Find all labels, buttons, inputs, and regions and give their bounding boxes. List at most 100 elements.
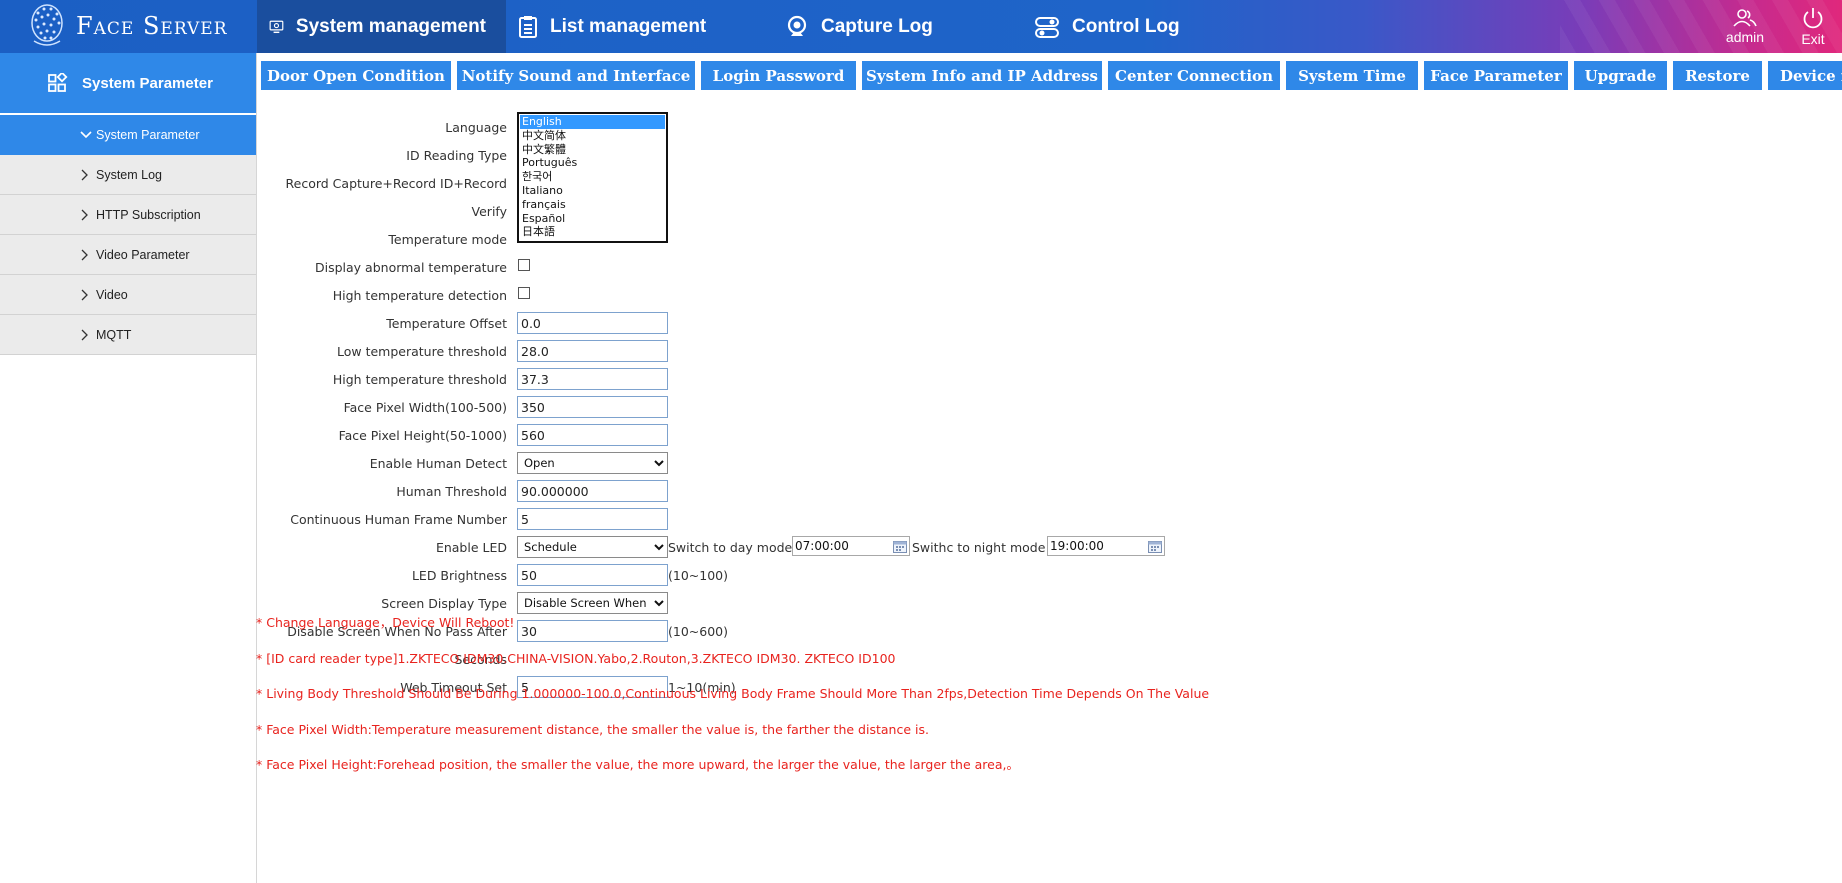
high-temperature-threshold-input[interactable]: [517, 368, 668, 390]
sidebar-item-label: HTTP Subscription: [96, 207, 201, 222]
row-enable-led: Enable LED Schedule Switch to day mode 0…: [257, 534, 1757, 562]
sidebar-item-system-parameter[interactable]: System Parameter: [0, 115, 256, 155]
chevron-right-icon: [80, 169, 94, 181]
night-mode-label: Swithc to night mode: [912, 540, 1046, 555]
camera-icon: [787, 15, 807, 36]
nav-control-log[interactable]: Control Log: [1004, 0, 1244, 53]
night-mode-time-input[interactable]: 19:00:00: [1047, 536, 1165, 556]
row-record-capture: Record Capture+Record ID+Record: [257, 170, 1757, 198]
chevron-right-icon: [80, 249, 94, 261]
tab-notify-sound-interface[interactable]: Notify Sound and Interface: [457, 61, 695, 90]
monitor-gear-icon: [269, 20, 284, 33]
toggle-switch-icon: [1035, 16, 1059, 38]
top-bar: Face Server System management List manag…: [0, 0, 1842, 53]
sidebar-item-video-parameter[interactable]: Video Parameter: [0, 235, 256, 275]
led-brightness-input[interactable]: [517, 564, 668, 586]
face-pixel-width-input[interactable]: [517, 396, 668, 418]
nav-label: System management: [295, 15, 486, 37]
row-id-reading-type: ID Reading Type: [257, 142, 1757, 170]
led-brightness-range: (10~100): [668, 568, 728, 583]
row-led-brightness: LED Brightness (10~100): [257, 562, 1757, 590]
screen-display-type-label: Screen Display Type: [381, 596, 507, 611]
screen-display-type-select[interactable]: Disable Screen When No Pass: [517, 592, 668, 614]
face-pixel-width-label: Face Pixel Width(100-500): [343, 400, 507, 415]
high-temperature-threshold-label: High temperature threshold: [332, 372, 507, 387]
day-mode-time-value: 07:00:00: [795, 539, 849, 553]
temperature-offset-input[interactable]: [517, 312, 668, 334]
enable-human-detect-select[interactable]: Open: [517, 452, 668, 474]
calendar-icon[interactable]: [1148, 540, 1162, 553]
tab-upgrade[interactable]: Upgrade: [1574, 61, 1667, 90]
face-pixel-height-input[interactable]: [517, 424, 668, 446]
language-label: Language: [445, 120, 507, 135]
nav-label: Capture Log: [821, 15, 933, 37]
row-low-temperature-threshold: Low temperature threshold: [257, 338, 1757, 366]
app-logo: Face Server: [28, 1, 228, 51]
human-threshold-input[interactable]: [517, 480, 668, 502]
row-language: Language: [257, 114, 1757, 142]
language-option[interactable]: 中文简体: [520, 129, 665, 143]
exit-label: Exit: [1801, 30, 1825, 47]
nav-capture-log[interactable]: Capture Log: [755, 0, 1004, 53]
users-icon: [1733, 8, 1757, 27]
enable-led-label: Enable LED: [435, 540, 507, 555]
temperature-offset-label: Temperature Offset: [386, 316, 507, 331]
row-face-pixel-height: Face Pixel Height(50-1000): [257, 422, 1757, 450]
face-logo-icon: [31, 4, 63, 46]
enable-led-select[interactable]: Schedule: [517, 536, 668, 558]
nav-system-management[interactable]: System management: [257, 0, 506, 53]
note-face-pixel-height: * Face Pixel Height:Forehead position, t…: [256, 757, 1019, 773]
tab-login-password[interactable]: Login Password: [701, 61, 856, 90]
top-navigation: System management List management Captur…: [257, 0, 1244, 53]
row-high-temperature-threshold: High temperature threshold: [257, 366, 1757, 394]
tab-system-time[interactable]: System Time: [1286, 61, 1418, 90]
sidebar-item-label: System Parameter: [96, 127, 200, 142]
nav-label: Control Log: [1072, 15, 1180, 37]
row-high-temperature-detection: High temperature detection: [257, 282, 1757, 310]
sidebar-item-mqtt[interactable]: MQTT: [0, 315, 256, 355]
enable-human-detect-label: Enable Human Detect: [369, 456, 507, 471]
sidebar-item-label: Video: [96, 287, 128, 302]
calendar-icon[interactable]: [893, 540, 907, 553]
face-pixel-height-label: Face Pixel Height(50-1000): [338, 428, 507, 443]
sidebar-item-label: MQTT: [96, 327, 132, 342]
row-continuous-human-frame: Continuous Human Frame Number: [257, 506, 1757, 534]
tab-restore[interactable]: Restore: [1673, 61, 1762, 90]
high-temperature-detection-label: High temperature detection: [332, 288, 507, 303]
sidebar-item-system-log[interactable]: System Log: [0, 155, 256, 195]
tab-system-info-ip[interactable]: System Info and IP Address: [862, 61, 1102, 90]
display-abnormal-temperature-label: Display abnormal temperature: [315, 260, 507, 275]
row-enable-human-detect: Enable Human Detect Open: [257, 450, 1757, 478]
note-face-pixel-width: * Face Pixel Width:Temperature measureme…: [256, 721, 929, 737]
user-menu[interactable]: admin: [1706, 0, 1784, 53]
low-temperature-threshold-label: Low temperature threshold: [336, 344, 507, 359]
led-brightness-label: LED Brightness: [411, 568, 507, 583]
tab-face-parameter[interactable]: Face Parameter: [1424, 61, 1568, 90]
sidebar-item-http-subscription[interactable]: HTTP Subscription: [0, 195, 256, 235]
nav-list-management[interactable]: List management: [506, 0, 755, 53]
chevron-down-icon: [80, 130, 94, 139]
high-temperature-detection-checkbox[interactable]: [518, 287, 530, 299]
sidebar: System Parameter System Parameter System…: [0, 53, 257, 883]
sidebar-item-label: Video Parameter: [96, 247, 190, 262]
tab-center-connection[interactable]: Center Connection: [1108, 61, 1280, 90]
display-abnormal-temperature-checkbox[interactable]: [518, 259, 530, 271]
sidebar-header-label: System Parameter: [82, 74, 213, 92]
row-display-abnormal-temperature: Display abnormal temperature: [257, 254, 1757, 282]
row-human-threshold: Human Threshold: [257, 478, 1757, 506]
continuous-human-frame-input[interactable]: [517, 508, 668, 530]
row-verify: Verify: [257, 198, 1757, 226]
exit-button[interactable]: Exit: [1784, 0, 1842, 53]
chevron-right-icon: [80, 329, 94, 341]
user-name: admin: [1725, 28, 1765, 45]
low-temperature-threshold-input[interactable]: [517, 340, 668, 362]
widgets-icon: [48, 73, 68, 92]
day-mode-label: Switch to day mode: [668, 540, 793, 555]
notes-list: * Change Language，Device Will Reboot! * …: [256, 614, 1556, 792]
language-option[interactable]: English: [520, 115, 665, 129]
tab-door-open-condition[interactable]: Door Open Condition: [261, 61, 451, 90]
day-mode-time-input[interactable]: 07:00:00: [792, 536, 910, 556]
sidebar-item-video[interactable]: Video: [0, 275, 256, 315]
tab-device-management[interactable]: Device m: [1768, 61, 1842, 90]
row-face-pixel-width: Face Pixel Width(100-500): [257, 394, 1757, 422]
